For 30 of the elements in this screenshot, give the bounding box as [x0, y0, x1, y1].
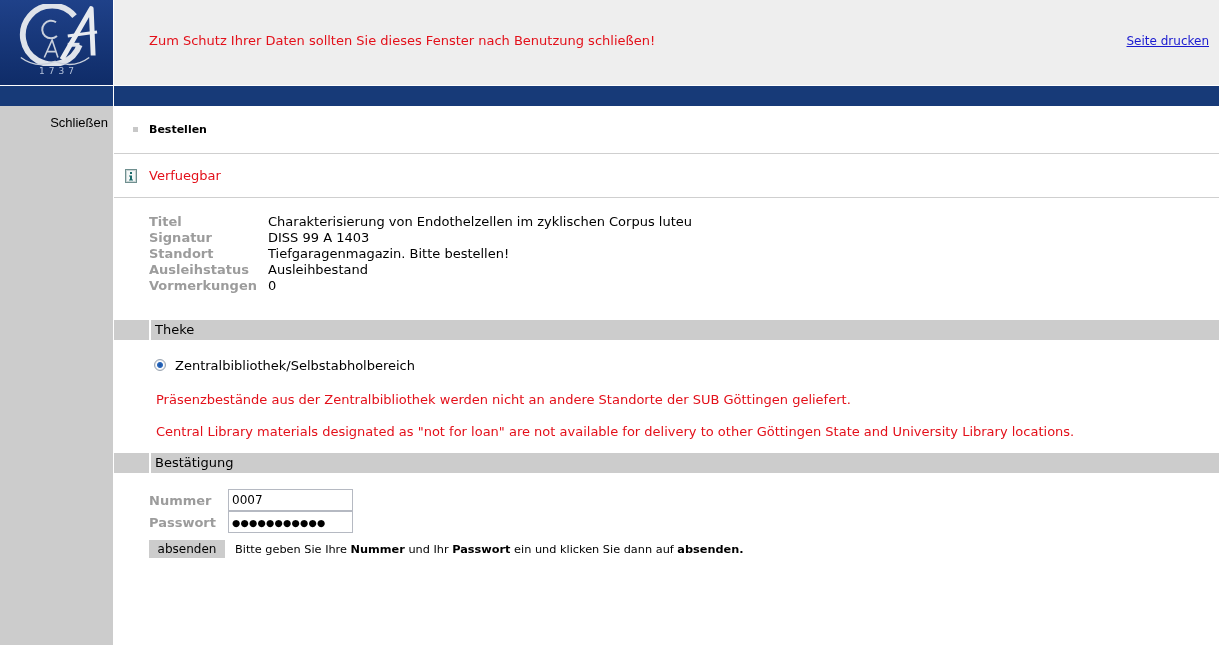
- field-label: Passwort: [149, 514, 217, 530]
- availability-status: Verfuegbar: [149, 168, 221, 183]
- input-field[interactable]: 0007: [228, 489, 353, 511]
- field-value: 0: [268, 278, 278, 294]
- square-bullet-icon: [133, 127, 138, 132]
- close-link[interactable]: Schließen: [50, 115, 108, 130]
- field-value: Ausleihbestand: [268, 262, 369, 278]
- submit-button[interactable]: absenden: [149, 540, 225, 558]
- field-value: Charakterisierung von Endothelzellen im zyklischen Corpus luteu: [268, 214, 692, 230]
- founding-year: 1737: [38, 66, 78, 76]
- section-title: Bestätigung: [149, 453, 234, 473]
- warning-text: Zum Schutz Ihrer Daten sollten Sie dieses Fenster nach Benutzung schließen!: [149, 33, 656, 48]
- notice-text: Präsenzbestände aus der Zentralbibliothek werden nicht an andere Standorte der SUB Göttingen geliefert.: [156, 392, 852, 408]
- notice-text: Central Library materials designated as "not for loan" are not available for delivery to other Göttingen State and University Library locations.: [156, 424, 1076, 440]
- field-label: Nummer: [149, 492, 213, 508]
- section-title: Theke: [149, 320, 195, 340]
- print-link[interactable]: Seite drucken: [1126, 33, 1209, 48]
- section-heading: Bestellen: [149, 123, 207, 136]
- field-label: Titel: [149, 214, 183, 230]
- info-icon: [125, 168, 137, 183]
- radio-button[interactable]: [154, 359, 166, 371]
- field-label: Ausleihstatus: [149, 262, 250, 278]
- field-value: DISS 99 A 1403: [268, 230, 371, 246]
- radio-label: Zentralbibliothek/Selbstabholbereich: [175, 357, 415, 373]
- field-label: Signatur: [149, 230, 214, 246]
- field-label: Vormerkungen: [149, 278, 258, 294]
- instruction-text: Bitte geben Sie Ihre Nummer und Ihr Passwort ein und klicken Sie dann auf absenden.: [235, 542, 744, 556]
- field-label: Standort: [149, 246, 215, 262]
- field-value: Tiefgaragenmagazin. Bitte bestellen!: [268, 246, 511, 262]
- password-field[interactable]: ●●●●●●●●●●●: [228, 511, 353, 533]
